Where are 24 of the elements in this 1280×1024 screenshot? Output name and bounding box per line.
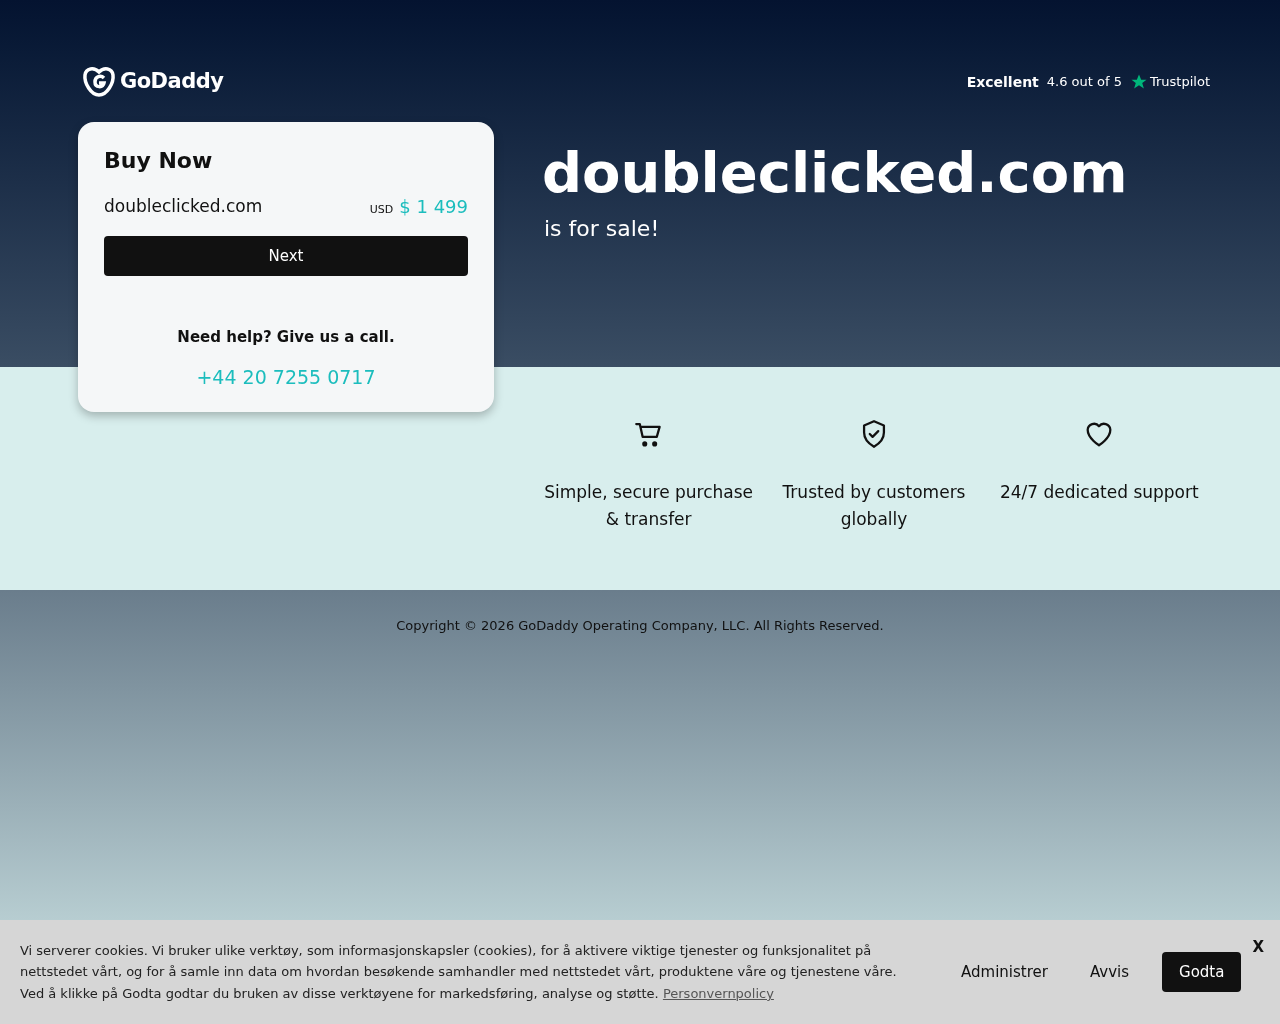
privacy-link[interactable]: Personvernpolicy [662,985,774,1001]
logo-icon [82,66,116,98]
cookie-option-button[interactable]: Avvis [1071,952,1148,992]
cookie-option-button[interactable]: Administrer [943,952,1066,992]
help-text: Need help? Give us a call. [176,327,396,348]
logo-text: GoDaddy [120,68,224,96]
rating-score: 4.6 out of 5 [1046,73,1122,92]
star-icon [1130,73,1148,91]
card-title: Buy Now [104,147,214,175]
copyright-text: Copyright © 2026 GoDaddy Operating Company, LLC. All Rights Reserved. [396,617,884,635]
domain-name: doubleclicked.com [104,194,263,218]
trustpilot-label: Trustpilot [1150,73,1210,92]
feature-text: Simple, secure purchase & transfer [543,481,755,531]
next-button[interactable]: Next [104,236,468,276]
rating-label: Excellent [966,72,1039,92]
price: $ 1 499 [399,195,468,219]
currency-label: USD [369,202,394,218]
feature-text: 24/7 dedicated support [999,481,1199,504]
domain-heading: doubleclicked.com [542,139,1128,207]
accept-button[interactable]: Godta [1162,952,1242,992]
cookie-text: Vi serverer cookies. Vi bruker ulike verktøy, som informasjonskapsler (cookies), for å aktivere viktige tjenester og funksjonalitet på nettstedet vårt, og for å samle inn data om hvordan besøkende samhandler med nettstedet vårt, produktene våre og tjenestene våre. Ved å klikke på Godta godtar du bruken av disse verktøyene for markedsføring, analyse og støtte. Personvernpolicy [20,941,898,1003]
sale-subtitle: is for sale! [544,215,661,243]
close-button[interactable]: X [1252,936,1264,959]
feature-text: Trusted by customers globally [781,481,967,531]
